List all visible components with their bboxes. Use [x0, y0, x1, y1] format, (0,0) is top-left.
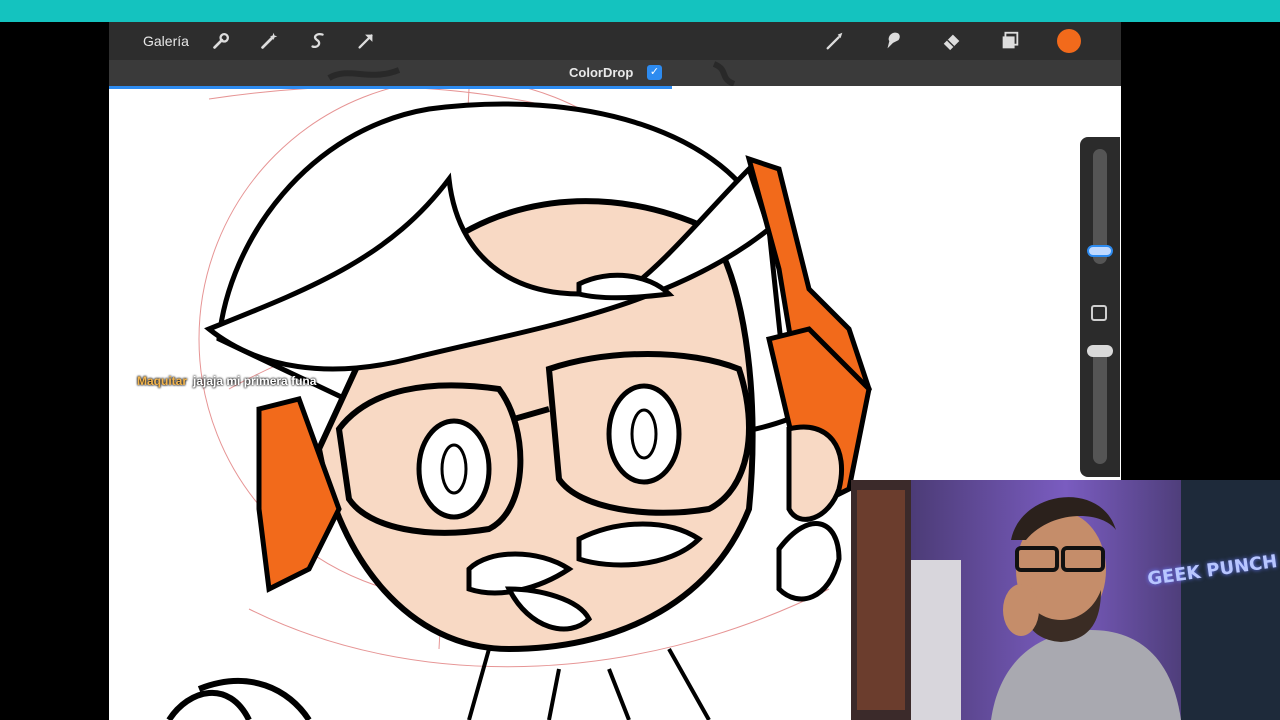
selection-icon[interactable] — [306, 29, 330, 53]
brush-size-slider-thumb[interactable] — [1087, 245, 1113, 257]
smudge-icon[interactable] — [881, 29, 905, 53]
chat-message-text: jajaja mi primera funa — [193, 374, 317, 388]
color-picker-button[interactable] — [1057, 29, 1081, 53]
window-top-strip — [0, 0, 1280, 22]
gallery-button[interactable]: Galería — [143, 22, 189, 60]
colordrop-label: ColorDrop — [569, 65, 634, 80]
opacity-slider-thumb[interactable] — [1087, 345, 1113, 357]
brush-icon[interactable] — [823, 29, 847, 53]
colordrop-check-icon[interactable]: ✓ — [647, 65, 662, 80]
webcam-overlay: GEEK PUNCH — [851, 480, 1280, 720]
magic-wand-icon[interactable] — [257, 29, 281, 53]
stream-chat-message: Maquitar jajaja mi primera funa — [137, 374, 316, 388]
wrench-icon[interactable] — [209, 29, 233, 53]
opacity-slider[interactable] — [1093, 349, 1107, 464]
eraser-icon[interactable] — [940, 29, 964, 53]
top-toolbar: Galería — [109, 22, 1121, 60]
webcam-scene — [851, 480, 1280, 720]
brush-size-opacity-panel — [1080, 137, 1120, 477]
dark-smear-left — [327, 67, 401, 81]
modify-button[interactable] — [1091, 305, 1107, 321]
layers-icon[interactable] — [998, 29, 1022, 53]
dark-smear-right — [712, 61, 736, 86]
transform-arrow-icon[interactable] — [354, 29, 378, 53]
chat-username: Maquitar — [137, 374, 188, 388]
